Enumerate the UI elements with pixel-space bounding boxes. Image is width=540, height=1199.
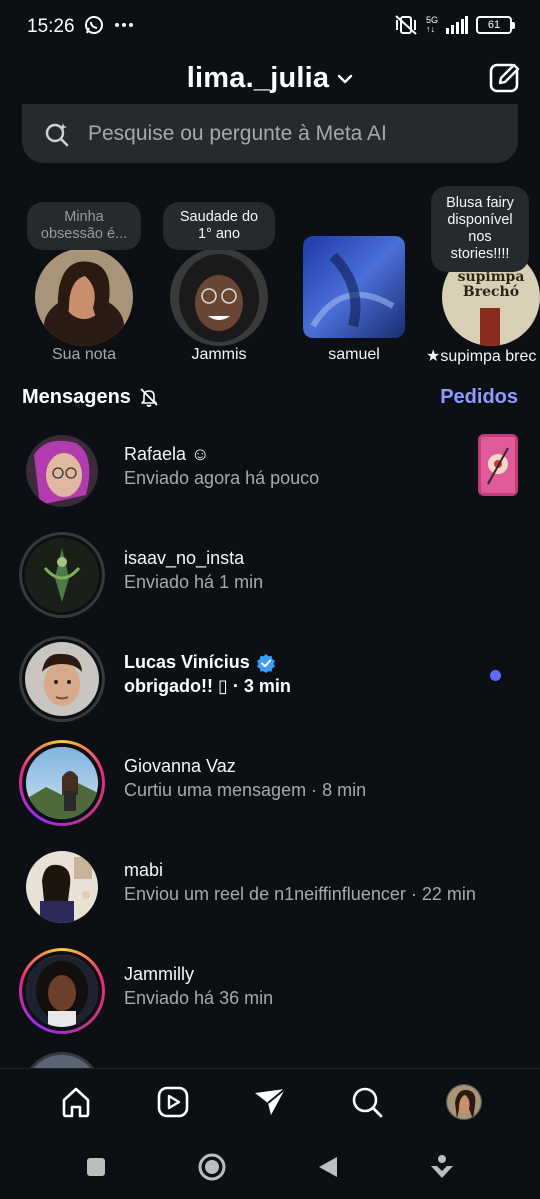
thread-row[interactable]: mabi Enviou um reel de n1neiffinfluencer…: [0, 834, 540, 938]
note-item[interactable]: supimpa Brechó Blusa fairy disponível no…: [426, 186, 540, 376]
thread-subtitle: Enviou um reel de n1neiffinfluencer · 22…: [124, 884, 476, 904]
nav-search[interactable]: [342, 1077, 392, 1127]
avatar: [22, 743, 102, 823]
thread-name: Lucas Vinícius: [124, 652, 276, 673]
thread-row[interactable]: Rafaela ☺ Enviado agora há pouco: [0, 418, 540, 522]
search-placeholder: Pesquise ou pergunte à Meta AI: [88, 121, 387, 145]
profile-avatar: [445, 1083, 482, 1120]
more-notifications-icon: [115, 23, 133, 27]
thread-row[interactable]: Giovanna Vaz Curtiu uma mensagem · 8 min: [0, 730, 540, 834]
avatar-logo-text: supimpa Brechó: [457, 269, 525, 300]
direct-icon: [254, 1087, 286, 1115]
meta-ai-search-icon: [45, 122, 69, 146]
thread-name: isaav_no_insta: [124, 548, 245, 568]
thread-name: Rafaela ☺: [124, 444, 210, 464]
system-nav: [0, 1134, 540, 1199]
thread-subtitle: Enviado há 36 min: [124, 988, 274, 1008]
assistant-icon[interactable]: [429, 1154, 455, 1180]
note-bubble: Blusa fairy disponível nos stories!!!!: [431, 186, 529, 272]
note-name: ★supimpa brec: [426, 348, 537, 365]
avatar: [25, 642, 99, 716]
note-own[interactable]: Minha obsessão é... Sua nota: [27, 186, 141, 376]
requests-link[interactable]: Pedidos: [440, 386, 518, 409]
avatar: [22, 1052, 102, 1068]
account-name: lima._julia: [186, 62, 330, 94]
thread-name: Jammilly: [124, 964, 194, 984]
home-button-icon[interactable]: [197, 1152, 227, 1182]
nav-home[interactable]: [51, 1077, 101, 1127]
bottom-nav: [0, 1068, 540, 1134]
signal-icon: [446, 16, 468, 34]
note-bubble: Minha obsessão é...: [27, 202, 141, 250]
thread-subtitle: Curtiu uma mensagem · 8 min: [124, 780, 367, 800]
notes-row: Minha obsessão é... Sua nota Saudade do …: [0, 186, 540, 376]
thread-subtitle: Enviado há 1 min: [124, 572, 264, 592]
messages-header: Mensagens Pedidos: [22, 380, 518, 414]
avatar: [26, 435, 98, 507]
battery-indicator: 61: [476, 16, 515, 34]
nav-reels[interactable]: [148, 1077, 198, 1127]
unread-dot: [490, 670, 501, 681]
avatar: [35, 248, 133, 346]
thread-row[interactable]: isaav_no_insta Enviado há 1 min: [0, 522, 540, 626]
thread-name: Giovanna Vaz: [124, 756, 236, 776]
nav-direct[interactable]: [245, 1077, 295, 1127]
home-icon: [63, 1087, 90, 1117]
note-bubble: Saudade do 1° ano: [163, 202, 275, 250]
header: lima._julia: [0, 56, 540, 104]
bell-off-icon[interactable]: [139, 387, 159, 407]
note-name: Sua nota: [51, 346, 117, 363]
verified-badge-icon: [256, 653, 275, 673]
note-item[interactable]: Saudade do 1° ano Jammis: [163, 186, 275, 376]
thread-subtitle: Enviado agora há pouco: [124, 468, 320, 488]
avatar: [170, 248, 268, 346]
messages-title: Mensagens: [22, 385, 131, 408]
search-input[interactable]: Pesquise ou pergunte à Meta AI: [22, 104, 518, 163]
vibrate-off-icon: [395, 15, 417, 35]
note-name: samuel: [328, 346, 380, 363]
avatar: [303, 236, 405, 338]
reels-icon: [157, 1086, 189, 1117]
search-icon: [352, 1087, 383, 1117]
avatar: [22, 951, 102, 1031]
whatsapp-icon: [85, 16, 103, 34]
media-thumbnail[interactable]: [478, 434, 518, 496]
nav-profile[interactable]: [439, 1077, 489, 1127]
recent-apps-icon[interactable]: [85, 1156, 107, 1178]
thread-row[interactable]: Jammilly Enviado há 36 min: [0, 938, 540, 1042]
note-item[interactable]: samuel: [299, 186, 409, 376]
note-name: Jammis: [191, 346, 247, 363]
status-bar: 15:26 5G ↑↓ 61: [0, 0, 540, 52]
compose-icon[interactable]: [488, 60, 522, 94]
thread-subtitle: obrigado!! ▯ · 3 min: [124, 676, 291, 696]
back-icon[interactable]: [317, 1155, 339, 1179]
chevron-down-icon: [338, 74, 353, 83]
avatar: [25, 538, 99, 612]
thread-name: mabi: [124, 860, 164, 880]
thread-row-partial[interactable]: [22, 1052, 102, 1068]
avatar: [26, 851, 98, 923]
thread-row[interactable]: Lucas Vinícius obrigado!! ▯ · 3 min: [0, 626, 540, 730]
account-switcher[interactable]: lima._julia: [0, 62, 540, 95]
status-time: 15:26: [27, 16, 75, 37]
